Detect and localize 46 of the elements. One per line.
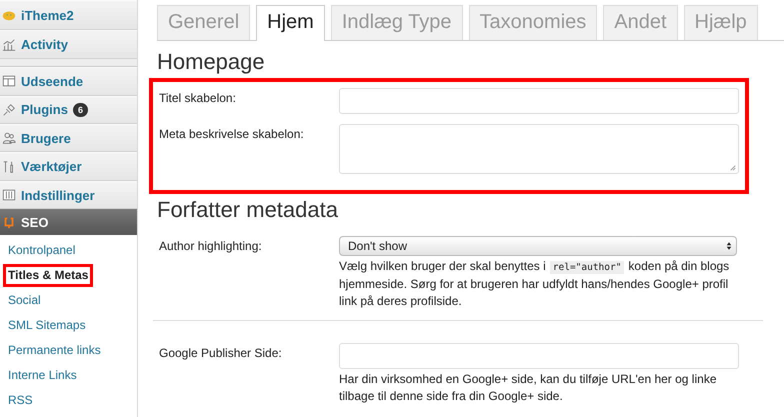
seo-logo-icon [2, 215, 16, 230]
resize-grip-icon [730, 165, 736, 171]
updown-arrows-icon [726, 241, 732, 251]
submenu-item[interactable]: RSS [3, 388, 38, 412]
users-icon [2, 131, 16, 146]
sidebar-label: Udseende [21, 74, 84, 89]
sidebar-label: Indstillinger [21, 188, 95, 203]
sidebar-item[interactable]: iTheme2 [0, 0, 137, 30]
update-count-badge: 6 [72, 102, 88, 117]
sidebar-item[interactable]: Activity [0, 30, 137, 59]
sidebar-label: iTheme2 [21, 8, 74, 23]
layout-icon [2, 74, 16, 88]
sidebar-label: Plugins [21, 102, 68, 118]
submenu-item[interactable]: Titles & Metas [3, 264, 94, 287]
submenu-item[interactable]: Interne Links [3, 364, 82, 387]
sidebar-item[interactable]: Indstillinger [0, 180, 137, 210]
sidebar-item[interactable]: Plugins 6 [0, 96, 137, 124]
submenu-item[interactable]: Kontrolpanel [3, 238, 80, 262]
submenu-item[interactable]: Social [3, 288, 46, 312]
dropdown-select[interactable]: Don't show [339, 236, 737, 256]
sidebar-current-item[interactable]: SEO [0, 209, 137, 235]
field-label: Google Publisher Side: [159, 345, 283, 362]
sidebar-label: SEO [21, 214, 48, 230]
sidebar-item[interactable]: Brugere [0, 124, 137, 152]
submenu-item[interactable]: SML Sitemaps [3, 314, 91, 337]
field-label: Titel skabelon: [159, 90, 237, 107]
sidebar-item[interactable]: Værktøjer [0, 152, 137, 181]
text-input-field[interactable] [339, 88, 739, 114]
tools-icon [2, 160, 16, 174]
submenu-item[interactable]: Permanente links [3, 338, 106, 362]
tab[interactable]: Hjem [256, 5, 325, 41]
field-label: Meta beskrivelse skabelon: [159, 126, 305, 143]
help-text: Har din virksomhed en Google+ side, kan du tilføje URL'en her og linke tilbage til denne side fra din Google+ side. [339, 371, 718, 405]
text-input-field[interactable] [339, 343, 739, 369]
sliders-icon [2, 188, 16, 202]
plug-icon [2, 102, 16, 117]
sidebar-label: Brugere [21, 130, 71, 146]
chart-icon [2, 38, 16, 52]
sidebar-label: Værktøjer [21, 159, 82, 174]
section-heading: Forfatter metadata [157, 197, 339, 223]
sidebar-item[interactable]: Udseende [0, 67, 137, 96]
textarea-field[interactable] [339, 124, 739, 174]
sidebar-label: Activity [21, 37, 68, 52]
help-text: Vælg hvilken bruger der skal benyttes i rel="author" koden på din blogs hjemmeside. Sørg for at brugeren har udfyldt hans/hendes Google+ profil link på deres profilside. [339, 258, 730, 310]
field-label: Author highlighting: [159, 238, 263, 255]
section-heading: Homepage [157, 49, 266, 75]
